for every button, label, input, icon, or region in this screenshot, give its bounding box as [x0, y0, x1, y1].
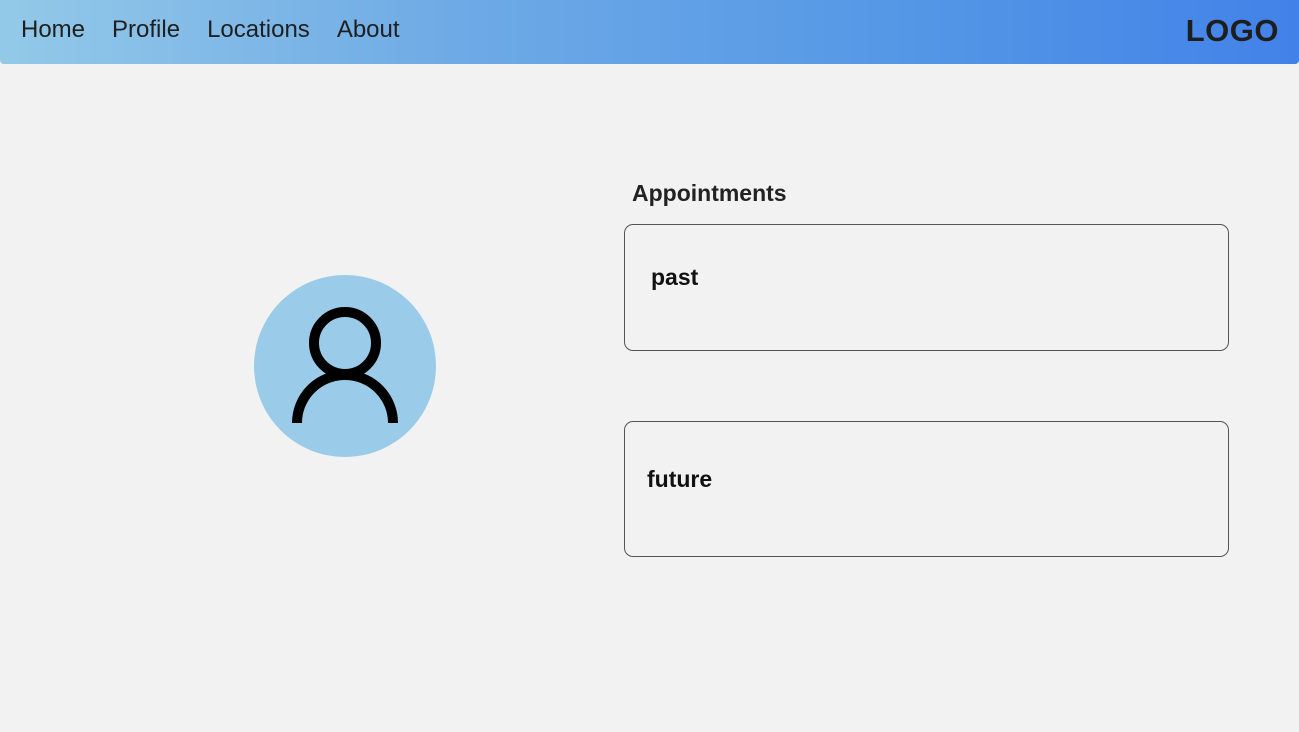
nav-link-profile[interactable]: Profile — [112, 15, 180, 45]
logo[interactable]: LOGO — [1186, 13, 1279, 49]
avatar — [254, 275, 436, 457]
user-icon — [292, 307, 398, 424]
future-appointments-card[interactable]: future — [624, 421, 1229, 557]
nav-link-home[interactable]: Home — [21, 15, 85, 45]
top-navbar: Home Profile Locations About LOGO — [0, 0, 1299, 64]
nav-link-locations[interactable]: Locations — [207, 15, 310, 45]
future-appointments-title: future — [647, 466, 713, 492]
nav-link-about[interactable]: About — [337, 15, 400, 45]
appointments-heading: Appointments — [632, 180, 787, 206]
past-appointments-title: past — [651, 264, 699, 290]
past-appointments-card[interactable]: past — [624, 224, 1229, 351]
main-nav: Home Profile Locations About — [21, 15, 427, 45]
